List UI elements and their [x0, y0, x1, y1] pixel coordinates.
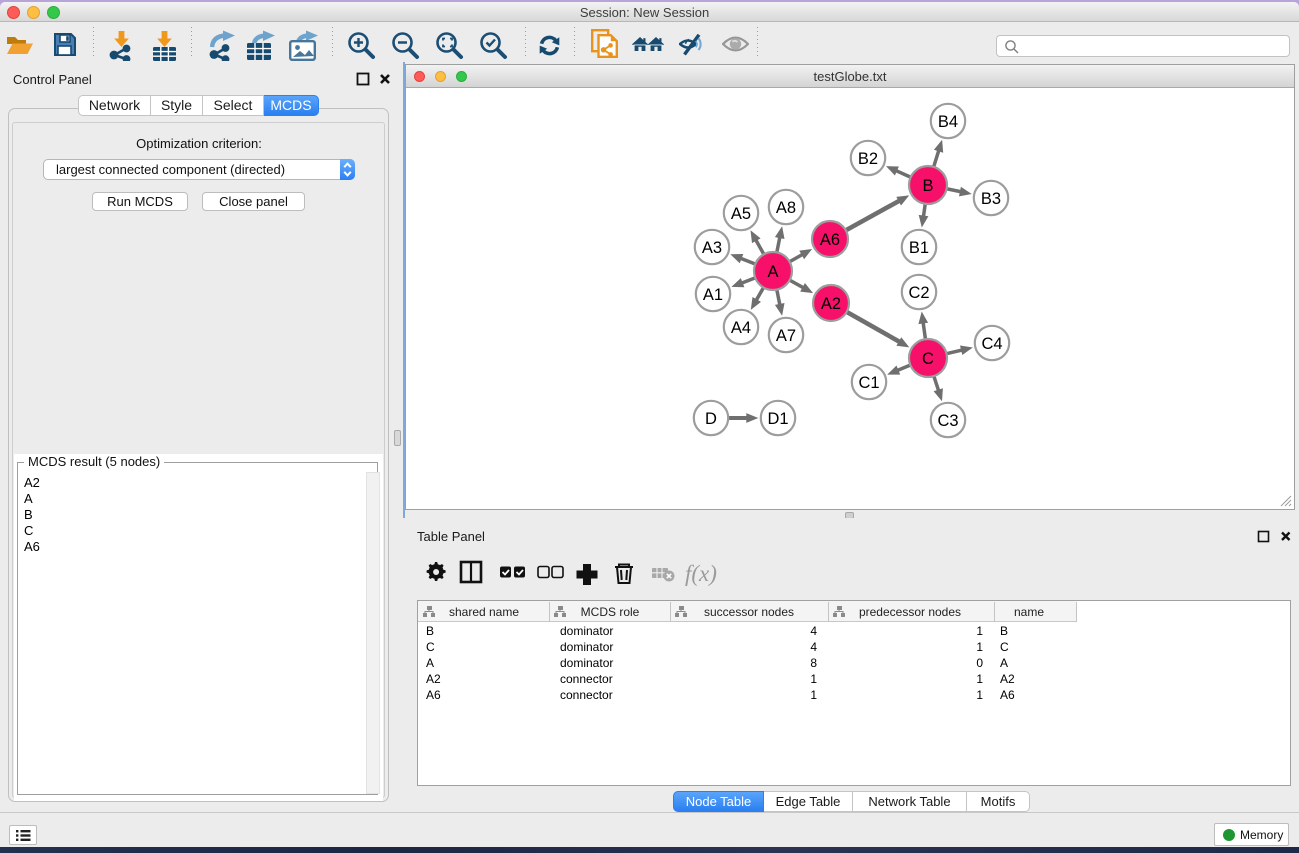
svg-text:C3: C3 [937, 412, 958, 430]
svg-text:B3: B3 [981, 190, 1001, 208]
svg-text:4: 4 [810, 640, 817, 654]
svg-text:connector: connector [560, 672, 613, 686]
svg-text:A2: A2 [1000, 672, 1015, 686]
svg-text:C4: C4 [981, 335, 1002, 353]
svg-text:A1: A1 [703, 286, 723, 304]
svg-text:A3: A3 [702, 239, 722, 257]
svg-text:1: 1 [976, 640, 983, 654]
svg-text:C1: C1 [858, 374, 879, 392]
svg-text:1: 1 [810, 672, 817, 686]
svg-text:1: 1 [976, 672, 983, 686]
svg-text:A5: A5 [731, 205, 751, 223]
svg-text:D: D [705, 410, 717, 428]
svg-text:B4: B4 [938, 113, 958, 131]
svg-text:1: 1 [810, 688, 817, 702]
svg-text:B2: B2 [858, 150, 878, 168]
svg-text:1: 1 [976, 688, 983, 702]
svg-text:4: 4 [810, 624, 817, 638]
svg-text:successor nodes: successor nodes [704, 605, 794, 619]
svg-text:B: B [1000, 624, 1008, 638]
svg-text:shared name: shared name [449, 605, 519, 619]
svg-text:A2: A2 [821, 295, 841, 313]
svg-text:C2: C2 [908, 284, 929, 302]
svg-text:A: A [426, 656, 434, 670]
svg-text:C: C [426, 640, 435, 654]
svg-text:A6: A6 [1000, 688, 1015, 702]
svg-text:0: 0 [976, 656, 983, 670]
svg-text:f(x): f(x) [685, 561, 717, 586]
svg-text:A6: A6 [426, 688, 441, 702]
svg-text:A4: A4 [731, 319, 751, 337]
svg-text:dominator: dominator [560, 656, 613, 670]
svg-text:A8: A8 [776, 199, 796, 217]
svg-text:8: 8 [810, 656, 817, 670]
svg-text:MCDS role: MCDS role [581, 605, 640, 619]
svg-text:A: A [767, 263, 778, 281]
svg-text:1: 1 [976, 624, 983, 638]
svg-text:B: B [922, 177, 933, 195]
svg-text:connector: connector [560, 688, 613, 702]
svg-text:D1: D1 [767, 410, 788, 428]
svg-text:A6: A6 [820, 231, 840, 249]
svg-text:A: A [1000, 656, 1008, 670]
svg-text:C: C [1000, 640, 1009, 654]
svg-text:C: C [922, 350, 934, 368]
svg-text:dominator: dominator [560, 624, 613, 638]
svg-text:predecessor nodes: predecessor nodes [859, 605, 961, 619]
svg-text:B: B [426, 624, 434, 638]
svg-text:A7: A7 [776, 327, 796, 345]
svg-text:A2: A2 [426, 672, 441, 686]
svg-text:name: name [1014, 605, 1044, 619]
svg-text:B1: B1 [909, 239, 929, 257]
svg-text:dominator: dominator [560, 640, 613, 654]
